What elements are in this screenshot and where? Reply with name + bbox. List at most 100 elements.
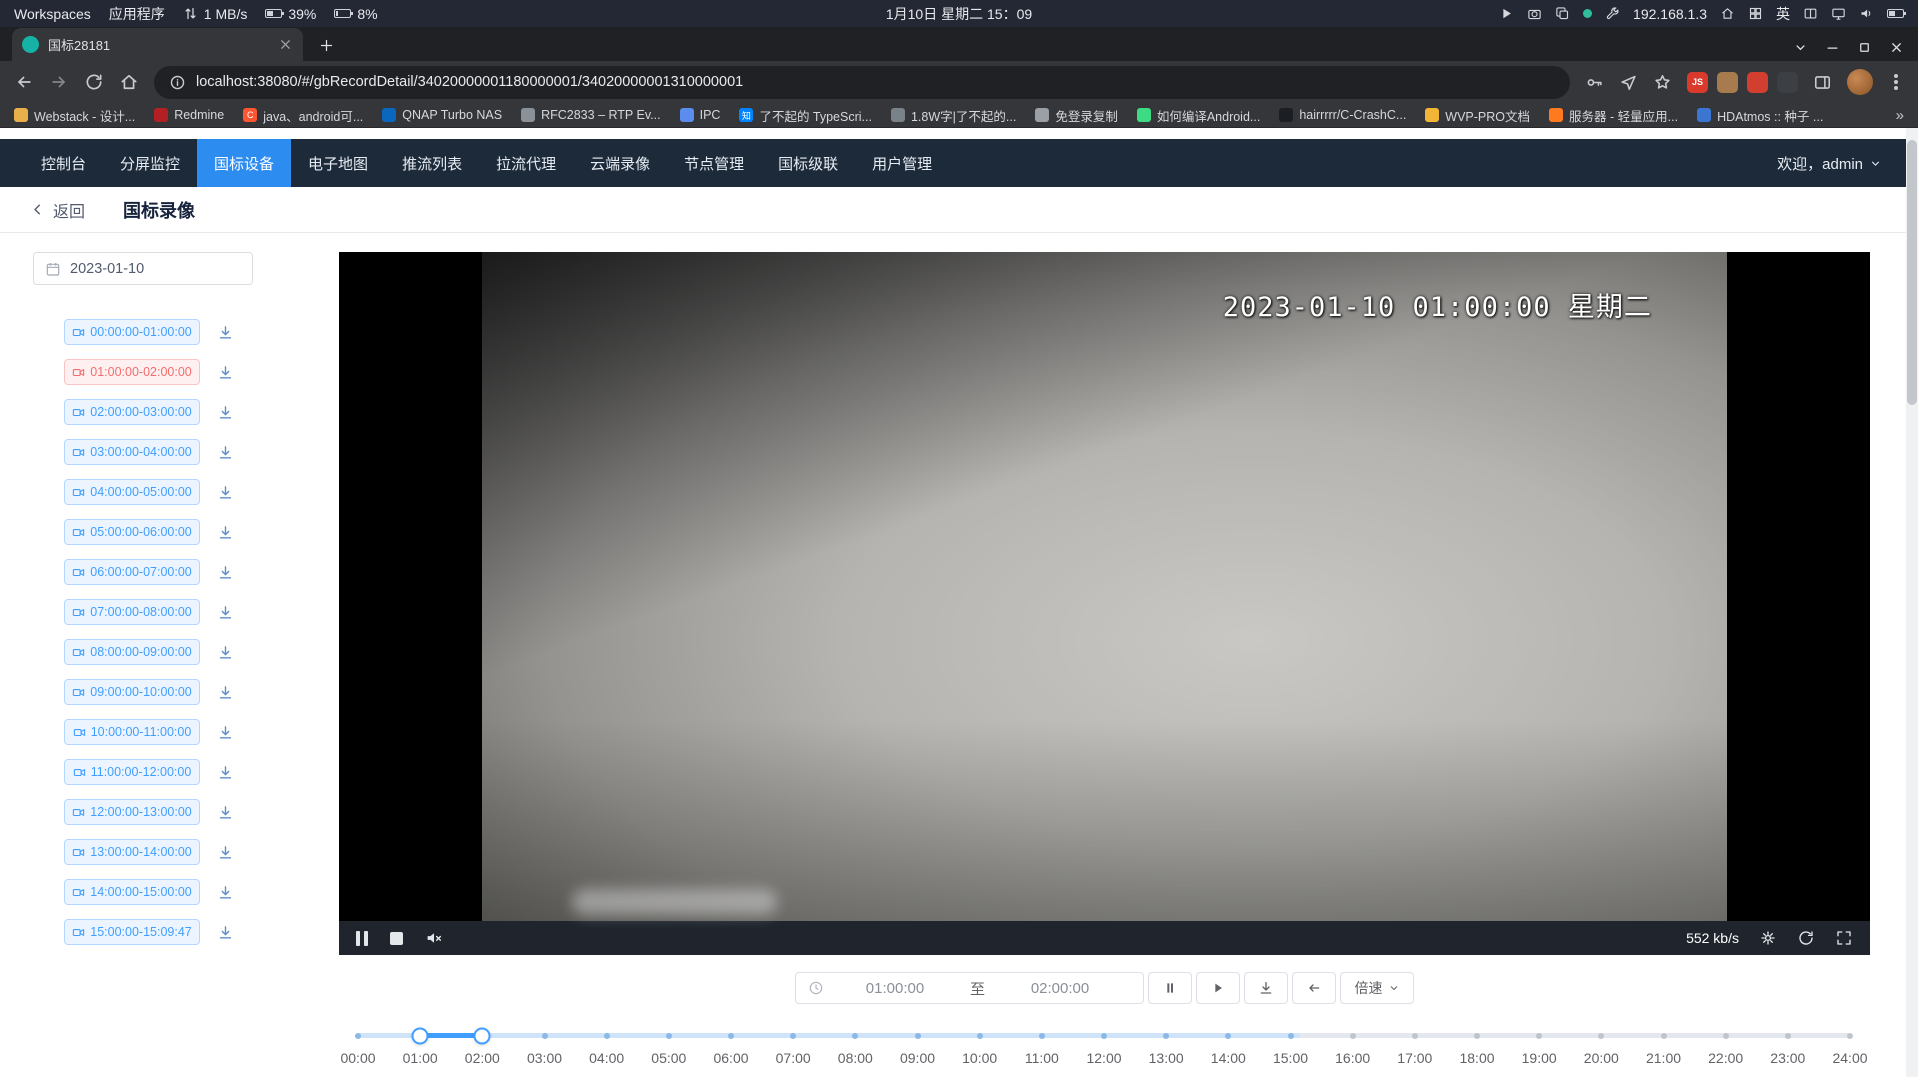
nav-item[interactable]: 电子地图 [291, 139, 385, 187]
segment-button[interactable]: 15:00:00-15:09:47 [64, 919, 200, 945]
segment-button[interactable]: 01:00:00-02:00:00 [64, 359, 200, 385]
segment-button[interactable]: 08:00:00-09:00:00 [64, 639, 200, 665]
segment-button[interactable]: 07:00:00-08:00:00 [64, 599, 200, 625]
tab-close-icon[interactable] [278, 37, 293, 52]
workspaces-button[interactable]: Workspaces [14, 6, 91, 22]
nav-item[interactable]: 国标级联 [761, 139, 855, 187]
nav-item[interactable]: 云端录像 [573, 139, 667, 187]
fullscreen-icon[interactable] [1835, 929, 1853, 947]
bookmark[interactable]: 如何编译Android... [1137, 106, 1261, 125]
bookmark[interactable]: IPC [680, 108, 721, 122]
segment-button[interactable]: 00:00:00-01:00:00 [64, 319, 200, 345]
download-icon[interactable] [217, 924, 234, 941]
player-pause-icon[interactable] [356, 931, 368, 946]
download-icon[interactable] [217, 404, 234, 421]
nav-item[interactable]: 分屏监控 [103, 139, 197, 187]
tool-wrench-icon[interactable] [1605, 6, 1620, 21]
ip-indicator[interactable]: 192.168.1.3 [1633, 6, 1707, 22]
download-icon[interactable] [217, 884, 234, 901]
window-minimize-icon[interactable] [1825, 40, 1840, 55]
segment-button[interactable]: 14:00:00-15:00:00 [64, 879, 200, 905]
play-button[interactable] [1196, 972, 1240, 1004]
pause-button[interactable] [1148, 972, 1192, 1004]
extension-icon[interactable]: JS [1687, 72, 1708, 93]
player-stop-icon[interactable] [390, 932, 403, 945]
download-icon[interactable] [217, 644, 234, 661]
speed-dropdown[interactable]: 倍速 [1340, 972, 1414, 1004]
side-panel-icon[interactable] [1813, 73, 1832, 92]
nav-item[interactable]: 拉流代理 [479, 139, 573, 187]
bookmark-star-icon[interactable] [1653, 73, 1672, 92]
bookmark[interactable]: Redmine [154, 108, 224, 122]
volume-mute-icon[interactable] [425, 929, 443, 947]
start-time-input[interactable]: 01:00:00 [824, 980, 966, 997]
window-maximize-icon[interactable] [1857, 40, 1872, 55]
home-icon[interactable] [1720, 6, 1735, 21]
home-icon[interactable] [119, 72, 139, 92]
window-close-icon[interactable] [1889, 40, 1904, 55]
bookmark[interactable]: 服务器 - 轻量应用... [1549, 106, 1678, 125]
video-surface[interactable]: 2023-01-10 01:00:00 星期二 [339, 252, 1870, 921]
profile-avatar[interactable] [1847, 69, 1873, 95]
segment-button[interactable]: 06:00:00-07:00:00 [64, 559, 200, 585]
download-icon[interactable] [217, 764, 234, 781]
user-menu[interactable]: 欢迎，admin [1777, 153, 1894, 174]
download-icon[interactable] [217, 804, 234, 821]
download-icon[interactable] [217, 484, 234, 501]
end-time-input[interactable]: 02:00:00 [989, 980, 1131, 997]
download-icon[interactable] [217, 564, 234, 581]
input-method-indicator[interactable]: 英 [1776, 4, 1790, 24]
media-play-icon[interactable] [1499, 6, 1514, 21]
nav-item[interactable]: 国标设备 [197, 139, 291, 187]
network-speed-indicator[interactable]: 1 MB/s [183, 6, 248, 22]
reload-icon[interactable] [84, 72, 104, 92]
extension-icon[interactable] [1777, 72, 1798, 93]
tiling-icon[interactable] [1803, 6, 1818, 21]
scrollbar-thumb[interactable] [1907, 140, 1917, 405]
bookmark[interactable]: QNAP Turbo NAS [382, 108, 502, 122]
bookmark[interactable]: 免登录复制 [1035, 106, 1118, 125]
forward-icon[interactable] [49, 72, 69, 92]
time-range-picker[interactable]: 01:00:00 至 02:00:00 [795, 972, 1144, 1004]
download-icon[interactable] [217, 324, 234, 341]
segment-button[interactable]: 03:00:00-04:00:00 [64, 439, 200, 465]
refresh-icon[interactable] [1797, 929, 1815, 947]
timeline-track[interactable] [358, 1033, 1850, 1038]
volume-icon[interactable] [1859, 6, 1874, 21]
segment-button[interactable]: 09:00:00-10:00:00 [64, 679, 200, 705]
date-picker-input[interactable]: 2023-01-10 [33, 252, 253, 285]
share-icon[interactable] [1619, 73, 1638, 92]
tab-search-chevron-icon[interactable] [1793, 40, 1808, 55]
site-info-icon[interactable] [169, 74, 186, 91]
settings-gear-icon[interactable] [1759, 929, 1777, 947]
clock-menu[interactable]: 1月10日 星期二 15：09 [886, 4, 1032, 24]
download-button[interactable] [1244, 972, 1288, 1004]
download-icon[interactable] [217, 444, 234, 461]
screenshot-icon[interactable] [1527, 6, 1542, 21]
download-icon[interactable] [217, 524, 234, 541]
back-button[interactable]: 返回 [29, 198, 85, 222]
segment-button[interactable]: 04:00:00-05:00:00 [64, 479, 200, 505]
segment-button[interactable]: 10:00:00-11:00:00 [64, 719, 200, 745]
segment-button[interactable]: 02:00:00-03:00:00 [64, 399, 200, 425]
extension-icon[interactable] [1747, 72, 1768, 93]
battery-indicator[interactable]: 39% [265, 6, 316, 22]
applications-button[interactable]: 应用程序 [109, 4, 165, 24]
new-tab-button[interactable] [313, 32, 339, 58]
bookmark[interactable]: C java、android可... [243, 106, 363, 125]
page-scrollbar[interactable] [1906, 128, 1918, 1077]
back-icon[interactable] [14, 72, 34, 92]
download-icon[interactable] [217, 684, 234, 701]
segment-button[interactable]: 13:00:00-14:00:00 [64, 839, 200, 865]
secondary-battery-indicator[interactable]: 8% [334, 6, 377, 22]
extension-icon[interactable] [1717, 72, 1738, 93]
status-dot-icon[interactable] [1583, 9, 1592, 18]
bookmark[interactable]: WVP-PRO文档 [1425, 106, 1530, 125]
url-bar[interactable]: localhost:38080/#/gbRecordDetail/3402000… [154, 66, 1570, 99]
nav-item[interactable]: 控制台 [24, 139, 103, 187]
workspace-grid-icon[interactable] [1748, 6, 1763, 21]
bookmark[interactable]: 知 了不起的 TypeScri... [739, 106, 872, 125]
bookmarks-overflow-button[interactable]: » [1896, 107, 1904, 124]
segment-button[interactable]: 05:00:00-06:00:00 [64, 519, 200, 545]
download-icon[interactable] [217, 724, 234, 741]
